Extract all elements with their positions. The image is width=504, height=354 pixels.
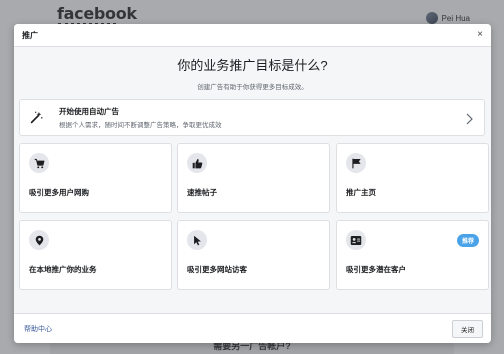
- option-website-visitors[interactable]: 吸引更多网站访客: [177, 220, 330, 290]
- option-label: 吸引更多潜在客户: [346, 265, 406, 274]
- auto-ads-text: 开始使用自动广告 根据个人需求，随时间不断调整广告策略，争取更优成效: [59, 106, 222, 129]
- location-pin-icon: [29, 230, 49, 250]
- option-boost-post[interactable]: 速推帖子: [177, 143, 330, 213]
- close-icon[interactable]: ×: [477, 30, 483, 40]
- option-label: 吸引更多网站访客: [187, 265, 247, 274]
- option-label: 在本地推广你的业务: [29, 265, 97, 274]
- dialog-header: 推广 ×: [14, 24, 491, 47]
- option-promote-page[interactable]: 推广主页: [336, 143, 489, 213]
- page-title: 你的业务推广目标是什么?: [177, 58, 328, 73]
- dialog-body: 你的业务推广目标是什么? 创建广告有助于你获得更多目标成效。 开始使用自动广告 …: [14, 47, 491, 313]
- option-local-business[interactable]: 在本地推广你的业务: [19, 220, 172, 290]
- flag-icon: [346, 153, 366, 173]
- auto-ads-description: 根据个人需求，随时间不断调整广告策略，争取更优成效: [59, 122, 222, 129]
- auto-ads-title: 开始使用自动广告: [59, 107, 119, 116]
- cursor-icon: [187, 230, 207, 250]
- dialog-footer: 帮助中心 关闭: [14, 313, 491, 343]
- recommended-badge: 推荐: [456, 234, 479, 247]
- contact-card-icon: [346, 230, 366, 250]
- page-subtitle: 创建广告有助于你获得更多目标成效。: [197, 84, 308, 91]
- option-label: 吸引更多用户网购: [29, 188, 89, 197]
- option-shopping[interactable]: 吸引更多用户网购: [19, 143, 172, 213]
- option-label: 速推帖子: [187, 188, 217, 197]
- promote-dialog: 推广 × 你的业务推广目标是什么? 创建广告有助于你获得更多目标成效。 开始使用…: [14, 24, 491, 343]
- close-button[interactable]: 关闭: [452, 319, 483, 338]
- dialog-title: 推广: [22, 30, 38, 40]
- magic-wand-icon: [29, 111, 43, 125]
- auto-ads-option[interactable]: 开始使用自动广告 根据个人需求，随时间不断调整广告策略，争取更优成效: [19, 99, 485, 136]
- shopping-cart-icon: [29, 153, 49, 173]
- help-center-link[interactable]: 帮助中心: [24, 324, 52, 334]
- option-leads[interactable]: 推荐 吸引更多潜在客户: [336, 220, 489, 290]
- chevron-right-icon: [466, 112, 473, 130]
- option-label: 推广主页: [346, 188, 376, 197]
- thumbs-up-icon: [187, 153, 207, 173]
